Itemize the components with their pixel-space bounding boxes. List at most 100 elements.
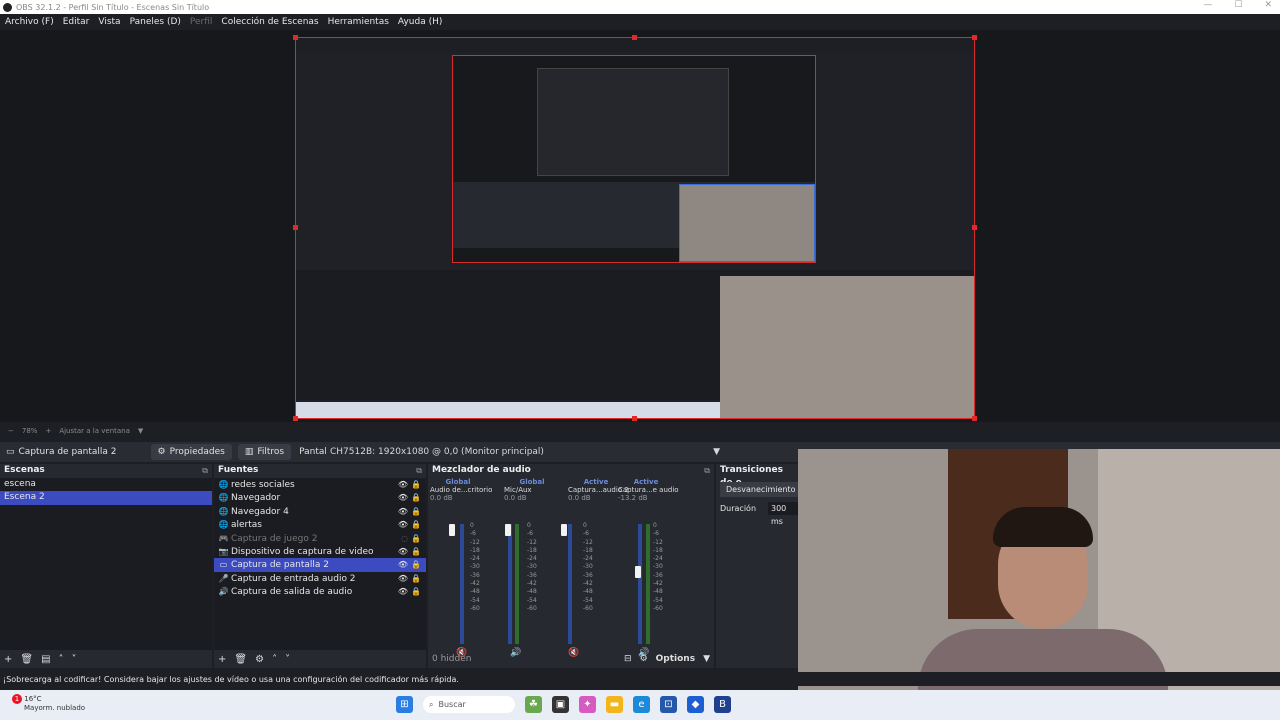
lock-icon[interactable]: 🔒 (411, 505, 421, 518)
resize-handle[interactable] (293, 35, 298, 40)
menu-vista[interactable]: Vista (98, 17, 120, 27)
resize-handle[interactable] (972, 225, 977, 230)
source-item[interactable]: 📷 Dispositivo de captura de video 👁 🔒 (214, 545, 426, 558)
chevron-down-icon[interactable]: ˅ (285, 654, 290, 665)
eye-icon[interactable]: 👁 (398, 478, 408, 491)
chevron-down-icon[interactable]: ˅ (72, 654, 77, 665)
add-icon[interactable]: + (218, 654, 226, 665)
volume-fader[interactable] (449, 524, 455, 536)
filters-button[interactable]: ▥ Filtros (237, 444, 292, 460)
dropbox-icon[interactable]: ◆ (687, 696, 704, 713)
volume-fader[interactable] (561, 524, 567, 536)
eye-icon[interactable]: 👁 (398, 572, 408, 585)
source-item[interactable]: 🎤 Captura de entrada audio 2 👁 🔒 (214, 572, 426, 585)
add-icon[interactable]: + (4, 654, 12, 665)
eye-icon[interactable]: 👁 (398, 545, 408, 558)
eye-icon[interactable]: 👁 (398, 518, 408, 531)
eye-icon[interactable]: 👁 (398, 491, 408, 504)
tick-label: -30 (527, 563, 537, 571)
eye-hidden-icon[interactable]: ◌ (401, 532, 408, 545)
gamepad-icon: 🎮 (218, 533, 229, 543)
lock-icon[interactable]: 🔒 (411, 532, 421, 545)
weather-widget[interactable]: 1 16°C Mayorm. nublado (12, 694, 85, 712)
task-view-icon[interactable]: ▣ (552, 696, 569, 713)
meter-ticks: 0 -6 -12 -18 -24 -30 -36 -42 -48 -54 -60 (653, 522, 663, 613)
lock-icon[interactable]: 🔒 (411, 585, 421, 598)
chevron-down-icon[interactable]: ▼ (138, 427, 143, 435)
channel-name[interactable]: Audio de...critorio (430, 486, 492, 494)
properties-button[interactable]: ⚙ Propiedades (150, 444, 232, 460)
scene-item[interactable]: Escena 2 (0, 491, 212, 505)
eye-icon[interactable]: 👁 (398, 505, 408, 518)
gear-icon[interactable]: ⚙ (640, 654, 648, 664)
options-button[interactable]: Options (656, 654, 695, 664)
zoom-out-button[interactable]: − (8, 427, 14, 435)
widget-icon[interactable]: ☘ (525, 696, 542, 713)
menu-herramientas[interactable]: Herramientas (328, 17, 389, 27)
volume-fader[interactable] (635, 566, 641, 578)
transition-type-select[interactable]: Desvanecimiento (720, 482, 798, 497)
resize-handle[interactable] (632, 416, 637, 421)
dock-icon[interactable]: ⧉ (416, 464, 422, 477)
windows-start-icon[interactable]: ⊞ (396, 696, 413, 713)
menu-ayuda[interactable]: Ayuda (H) (398, 17, 442, 27)
resize-handle[interactable] (293, 225, 298, 230)
resize-handle[interactable] (632, 35, 637, 40)
lock-icon[interactable]: 🔒 (411, 478, 421, 491)
dock-icon[interactable]: ⧉ (202, 464, 208, 477)
resize-handle[interactable] (293, 416, 298, 421)
menu-editar[interactable]: Editar (63, 17, 90, 27)
volume-fader[interactable] (505, 524, 511, 536)
channel-name[interactable]: Captura...audio 2 (568, 486, 629, 494)
dock-icon[interactable]: ⧉ (704, 464, 710, 477)
eye-icon[interactable]: 👁 (398, 585, 408, 598)
minimize-icon[interactable]: — (1203, 0, 1212, 10)
search-icon: ⌕ (429, 699, 434, 709)
lock-icon[interactable]: 🔒 (411, 545, 421, 558)
taskbar-search[interactable]: ⌕ Buscar (423, 696, 515, 713)
source-item[interactable]: 🌐 alertas 👁 🔒 (214, 518, 426, 531)
tick-label: -6 (527, 530, 533, 538)
resize-handle[interactable] (972, 416, 977, 421)
folder-icon[interactable]: ▬ (606, 696, 623, 713)
copilot-icon[interactable]: ✦ (579, 696, 596, 713)
chevron-down-icon[interactable]: ▼ (703, 654, 710, 664)
monitor-icon: ▭ (219, 560, 228, 570)
menu-coleccion[interactable]: Colección de Escenas (221, 17, 318, 27)
lock-icon[interactable]: 🔒 (411, 558, 421, 571)
layout-icon[interactable]: ⊟ (624, 654, 632, 664)
gear-icon[interactable]: ⚙ (255, 654, 264, 665)
preview-canvas[interactable] (295, 37, 975, 419)
store-icon[interactable]: ⊡ (660, 696, 677, 713)
eye-icon[interactable]: 👁 (398, 558, 408, 571)
zoom-in-button[interactable]: + (45, 427, 51, 435)
display-select[interactable]: CH7512B: 1920x1080 @ 0,0 (Monitor princi… (326, 444, 724, 459)
filter-icon[interactable]: ▤ (41, 654, 50, 665)
source-item[interactable]: 🌐 Navegador 👁 🔒 (214, 491, 426, 504)
menu-paneles[interactable]: Paneles (D) (130, 17, 181, 27)
source-item[interactable]: 🌐 redes sociales 👁 🔒 (214, 478, 426, 491)
menu-archivo[interactable]: Archivo (F) (5, 17, 54, 27)
lock-icon[interactable]: 🔒 (411, 518, 421, 531)
trash-icon[interactable]: 🗑 (234, 654, 247, 665)
duration-input[interactable]: 300 ms (768, 502, 798, 526)
source-item[interactable]: 🔊 Captura de salida de audio 👁 🔒 (214, 585, 426, 598)
edge-icon[interactable]: e (633, 696, 650, 713)
lock-icon[interactable]: 🔒 (411, 491, 421, 504)
chevron-up-icon[interactable]: ˄ (272, 654, 277, 665)
source-item[interactable]: 🌐 Navegador 4 👁 🔒 (214, 505, 426, 518)
maximize-icon[interactable]: ☐ (1234, 0, 1242, 10)
app-b-icon[interactable]: B (714, 696, 731, 713)
source-item[interactable]: ▭ Captura de pantalla 2 👁 🔒 (214, 558, 426, 572)
source-item[interactable]: 🎮 Captura de juego 2 ◌ 🔒 (214, 532, 426, 545)
channel-name[interactable]: Captura...e audio (618, 486, 679, 494)
resize-handle[interactable] (972, 35, 977, 40)
trash-icon[interactable]: 🗑 (20, 654, 33, 665)
channel-name[interactable]: Mic/Aux (504, 486, 560, 494)
lock-icon[interactable]: 🔒 (411, 572, 421, 585)
close-icon[interactable]: ✕ (1264, 0, 1272, 10)
scene-item[interactable]: escena (0, 478, 212, 491)
chevron-up-icon[interactable]: ˄ (59, 654, 64, 665)
menu-perfil[interactable]: Perfil (190, 17, 213, 27)
fit-window-button[interactable]: Ajustar a la ventana (59, 427, 130, 435)
